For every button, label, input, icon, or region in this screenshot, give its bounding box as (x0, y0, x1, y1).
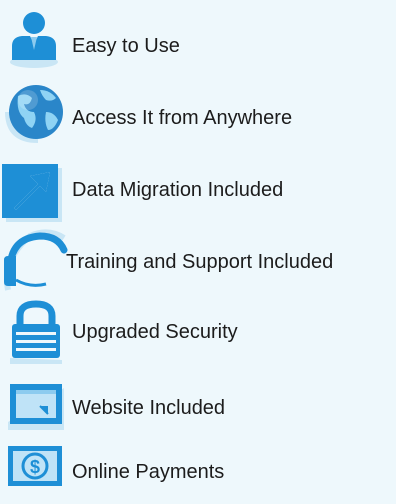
globe-icon (4, 82, 68, 146)
feature-item-website: Website Included (0, 378, 396, 442)
dollar-icon: $ (4, 440, 66, 496)
browser-window-icon (6, 378, 66, 434)
arrow-icon (0, 160, 64, 224)
feature-label: Access It from Anywhere (72, 107, 293, 129)
feature-item-data-migration: Data Migration Included (0, 160, 396, 224)
feature-list: Easy to Use Access It from Anywhere Data… (0, 0, 396, 498)
feature-item-access-anywhere: Access It from Anywhere (0, 82, 396, 146)
lock-icon (6, 300, 66, 364)
feature-label: Training and Support Included (66, 251, 334, 273)
svg-text:$: $ (30, 457, 40, 477)
person-icon (6, 10, 66, 70)
feature-item-training-support: Training and Support Included (0, 229, 396, 294)
feature-item-upgraded-security: Upgraded Security (0, 300, 396, 364)
feature-item-easy-to-use: Easy to Use (0, 10, 396, 74)
headset-icon (0, 229, 70, 294)
feature-label: Data Migration Included (72, 179, 284, 201)
feature-label: Online Payments (72, 461, 225, 483)
feature-item-online-payments: $ Online Payments (0, 440, 396, 504)
feature-label: Easy to Use (72, 35, 180, 57)
feature-label: Upgraded Security (72, 321, 238, 343)
feature-label: Website Included (72, 397, 226, 419)
